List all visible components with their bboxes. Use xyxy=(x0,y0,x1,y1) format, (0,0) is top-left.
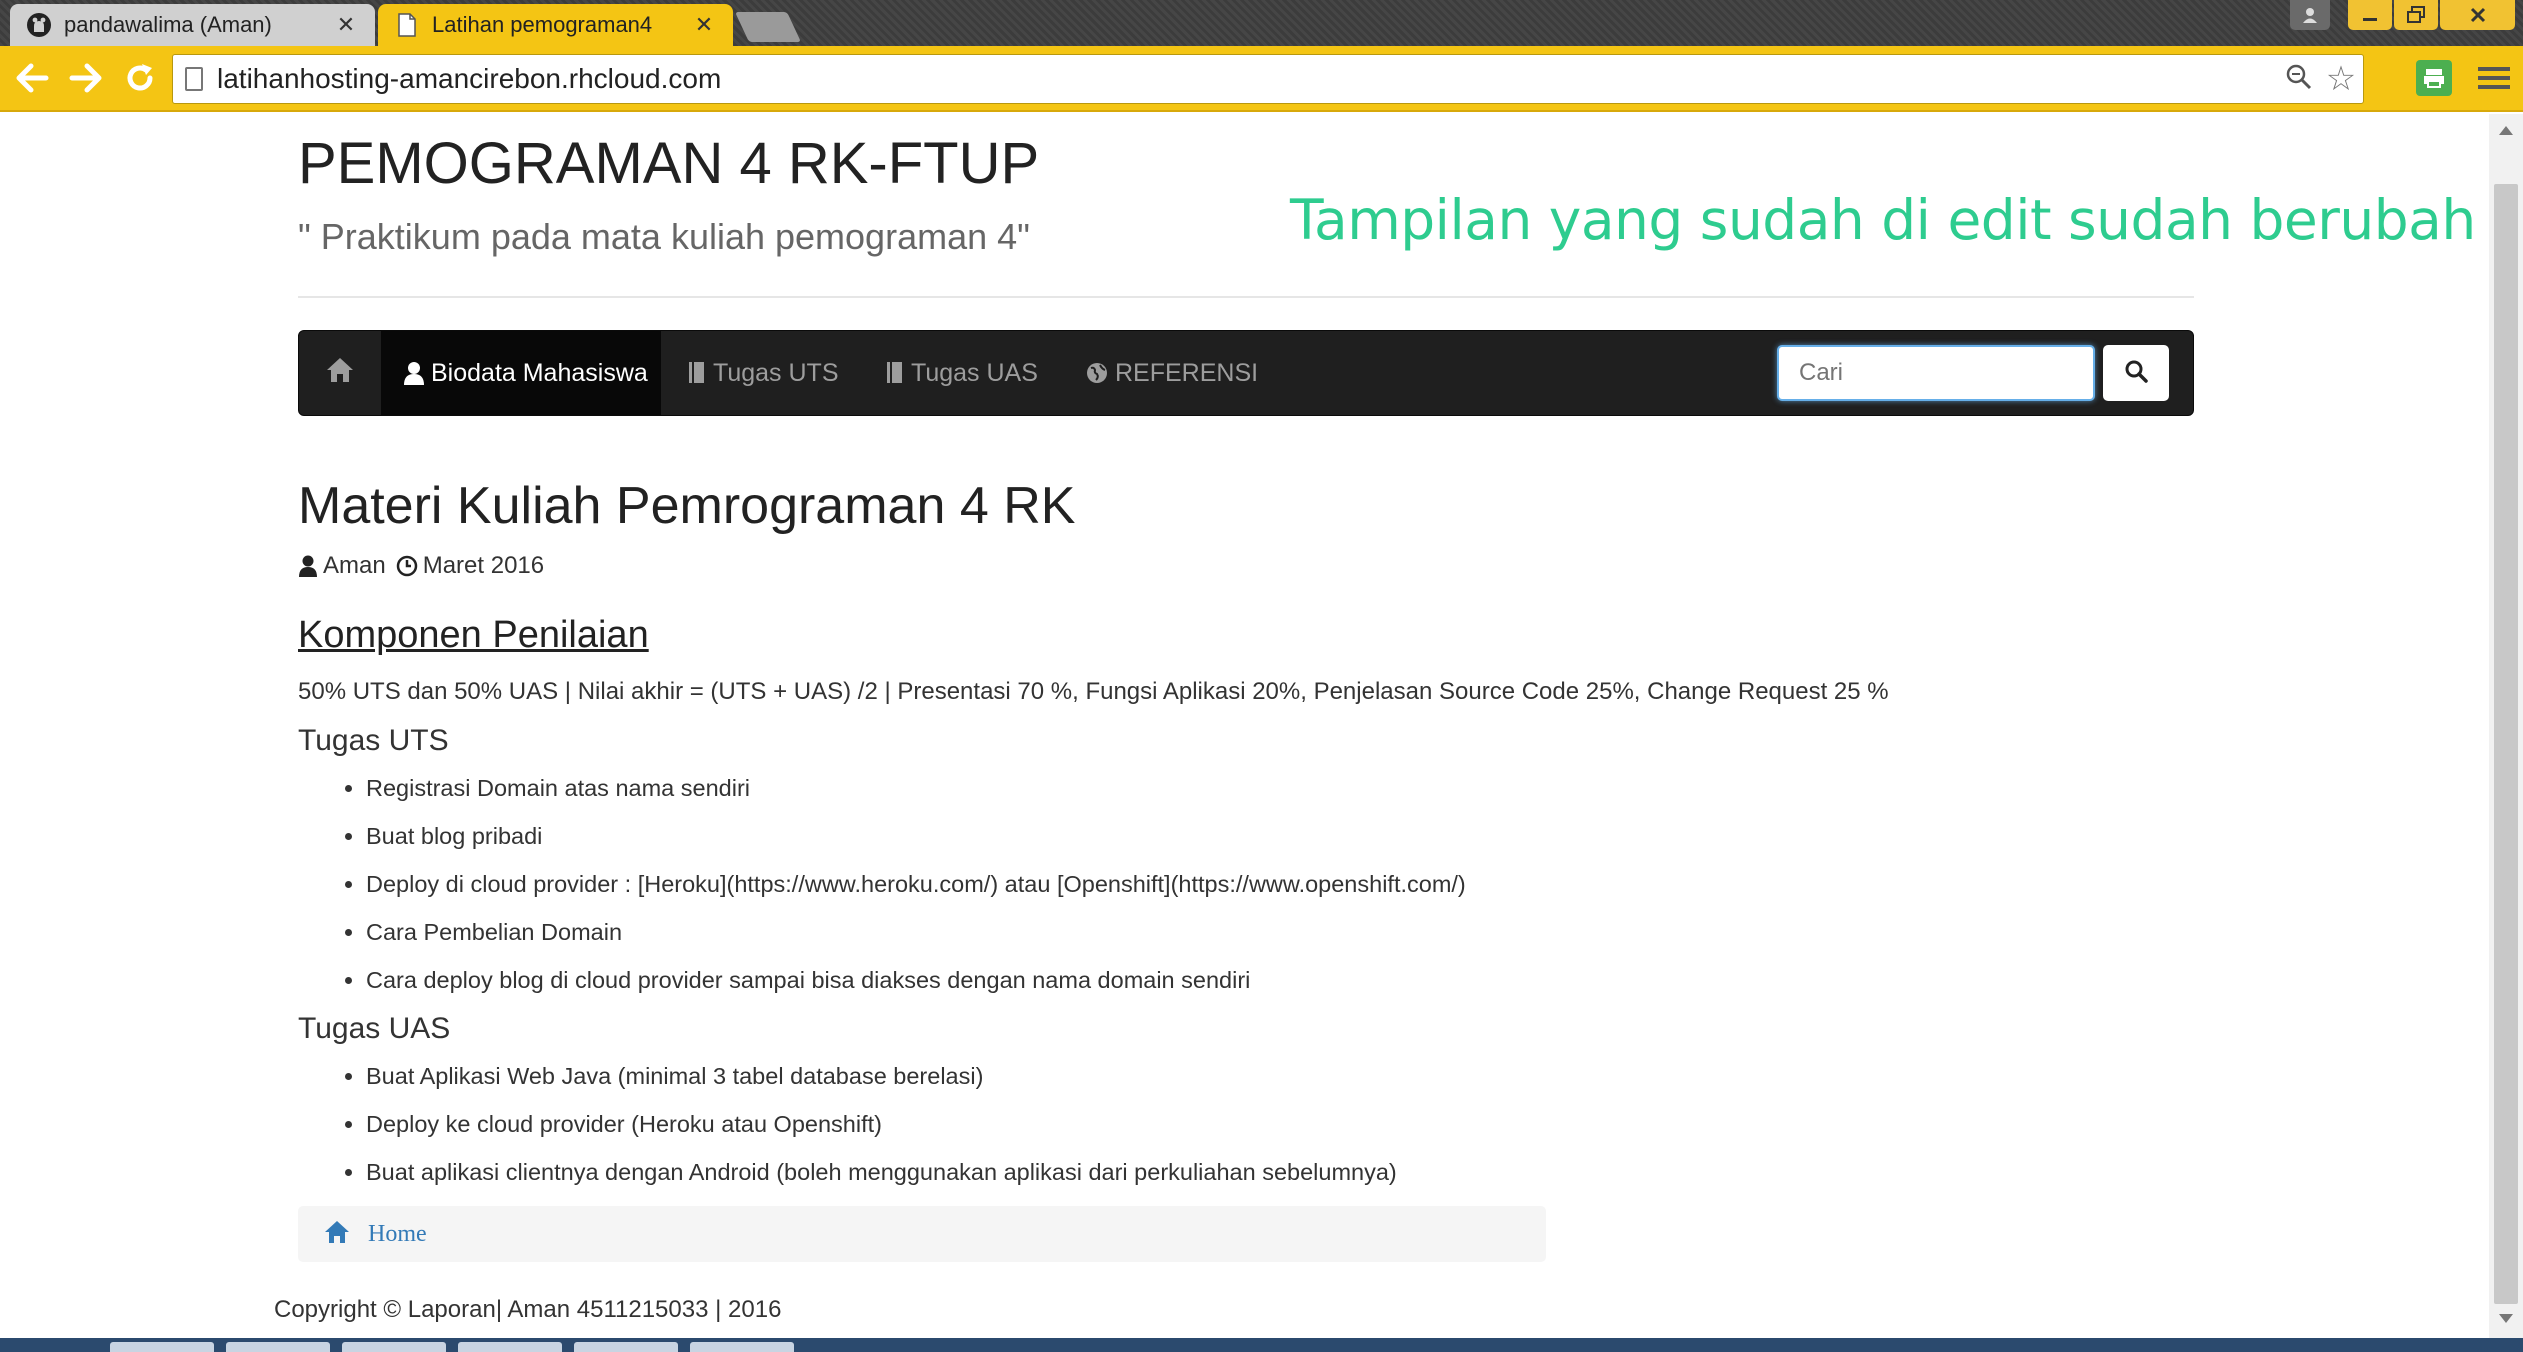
zoom-icon[interactable] xyxy=(2279,63,2319,96)
nav-item-biodata[interactable]: Biodata Mahasiswa xyxy=(381,331,661,415)
bookmark-star-icon[interactable]: ☆ xyxy=(2319,59,2363,99)
new-tab-button[interactable] xyxy=(735,12,801,42)
back-arrow-icon[interactable] xyxy=(12,58,52,98)
nav-item-label: REFERENSI xyxy=(1115,358,1259,387)
list-item: Deploy ke cloud provider (Heroku atau Op… xyxy=(366,1100,1397,1148)
scroll-down-arrow-icon[interactable] xyxy=(2499,1314,2513,1323)
list-item: Registrasi Domain atas nama sendiri xyxy=(366,764,1466,812)
taskbar-button[interactable] xyxy=(458,1342,562,1352)
list-item: Buat aplikasi clientnya dengan Android (… xyxy=(366,1148,1397,1196)
breadcrumb-home-link[interactable]: Home xyxy=(368,1221,427,1248)
taskbar-button[interactable] xyxy=(226,1342,330,1352)
profile-icon[interactable] xyxy=(2290,0,2330,30)
post-date: Maret 2016 xyxy=(422,552,545,579)
page-icon xyxy=(185,67,203,91)
nav-item-label: Biodata Mahasiswa xyxy=(431,358,648,387)
restore-button[interactable] xyxy=(2394,0,2438,30)
section-heading: Komponen Penilaian xyxy=(298,614,649,656)
site-title: PEMOGRAMAN 4 RK-FTUP xyxy=(298,131,1040,196)
browser-toolbar: latihanhosting-amancirebon.rhcloud.com ☆ xyxy=(0,46,2523,112)
close-tab-icon[interactable]: ✕ xyxy=(333,12,359,38)
search-icon xyxy=(2124,359,2148,388)
clock-icon xyxy=(396,555,418,577)
nav-item-referensi[interactable]: REFERENSI xyxy=(1085,331,1258,415)
user-icon xyxy=(298,555,318,577)
forward-arrow-icon[interactable] xyxy=(66,58,106,98)
url-text[interactable]: latihanhosting-amancirebon.rhcloud.com xyxy=(217,63,2279,95)
address-bar[interactable]: latihanhosting-amancirebon.rhcloud.com ☆ xyxy=(172,54,2364,104)
tab-title: pandawalima (Aman) xyxy=(64,12,272,37)
breadcrumb: Home xyxy=(298,1206,1546,1262)
taskbar-button[interactable] xyxy=(342,1342,446,1352)
header-divider xyxy=(298,296,2194,298)
reload-icon[interactable] xyxy=(120,58,160,98)
nav-home-button[interactable] xyxy=(299,331,381,415)
tugas-uas-heading: Tugas UAS xyxy=(298,1012,451,1045)
scroll-up-arrow-icon[interactable] xyxy=(2499,126,2513,135)
footer-copyright: Copyright © Laporan| Aman 4511215033 | 2… xyxy=(274,1296,782,1323)
user-icon xyxy=(403,361,425,385)
scroll-thumb[interactable] xyxy=(2494,184,2518,1304)
minimize-button[interactable] xyxy=(2348,0,2392,30)
nav-item-label: Tugas UTS xyxy=(713,358,839,387)
book-icon xyxy=(687,361,707,385)
site-subtitle: " Praktikum pada mata kuliah pemograman … xyxy=(298,216,1030,257)
nav-item-tugas-uas[interactable]: Tugas UAS xyxy=(885,331,1038,415)
browser-tab-bar: pandawalima (Aman) ✕ Latihan pemograman4… xyxy=(0,0,2523,46)
main-navbar: Biodata Mahasiswa Tugas UTS Tugas UAS RE… xyxy=(298,330,2194,416)
list-item: Deploy di cloud provider : [Heroku](http… xyxy=(366,860,1466,908)
list-item: Buat blog pribadi xyxy=(366,812,1466,860)
taskbar-button[interactable] xyxy=(690,1342,794,1352)
github-icon xyxy=(26,12,52,38)
tab-title: Latihan pemograman4 xyxy=(432,12,653,37)
os-taskbar xyxy=(0,1338,2523,1352)
search-button[interactable] xyxy=(2103,345,2169,401)
tugas-uts-list: Registrasi Domain atas nama sendiri Buat… xyxy=(334,764,1466,1004)
nav-item-tugas-uts[interactable]: Tugas UTS xyxy=(687,331,839,415)
print-extension-icon[interactable] xyxy=(2416,60,2452,96)
browser-tab-active[interactable]: Latihan pemograman4 ✕ xyxy=(378,4,733,46)
grading-summary: 50% UTS dan 50% UAS | Nilai akhir = (UTS… xyxy=(298,678,1889,705)
globe-icon xyxy=(1085,361,1109,385)
post-author: Aman xyxy=(323,552,386,579)
post-meta: Aman Maret 2016 xyxy=(298,552,544,580)
browser-tab-github[interactable]: pandawalima (Aman) ✕ xyxy=(10,4,375,46)
post-title: Materi Kuliah Pemrograman 4 RK xyxy=(298,477,1076,535)
taskbar-button[interactable] xyxy=(110,1342,214,1352)
browser-menu-icon[interactable] xyxy=(2476,60,2512,96)
tugas-uts-heading: Tugas UTS xyxy=(298,724,449,757)
page-scrollbar[interactable] xyxy=(2489,114,2523,1338)
list-item: Buat Aplikasi Web Java (minimal 3 tabel … xyxy=(366,1052,1397,1100)
book-icon xyxy=(885,361,905,385)
close-window-button[interactable] xyxy=(2440,0,2515,30)
list-item: Cara Pembelian Domain xyxy=(366,908,1466,956)
taskbar-button[interactable] xyxy=(574,1342,678,1352)
close-tab-icon[interactable]: ✕ xyxy=(691,12,717,38)
list-item: Cara deploy blog di cloud provider sampa… xyxy=(366,956,1466,1004)
annotation-text: Tampilan yang sudah di edit sudah beruba… xyxy=(1290,188,2476,252)
page-icon xyxy=(394,12,420,38)
home-icon xyxy=(325,356,355,391)
search-input[interactable] xyxy=(1777,345,2095,401)
tugas-uas-list: Buat Aplikasi Web Java (minimal 3 tabel … xyxy=(334,1052,1397,1196)
nav-item-label: Tugas UAS xyxy=(911,358,1038,387)
home-icon[interactable] xyxy=(324,1220,350,1249)
